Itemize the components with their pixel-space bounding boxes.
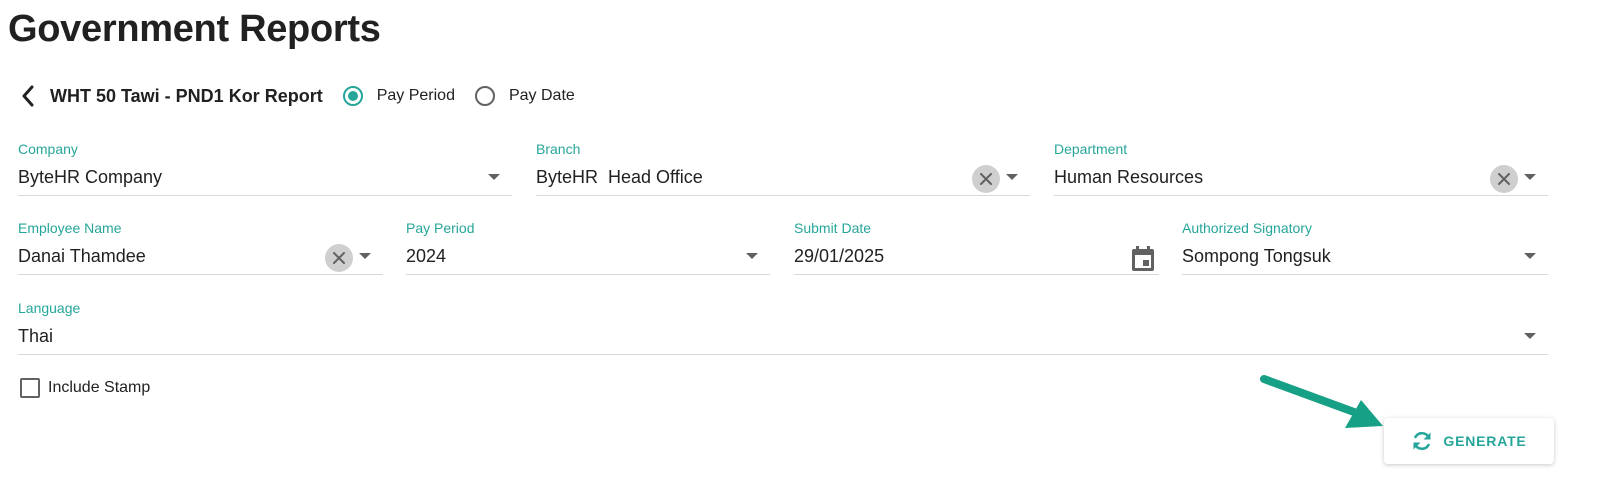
department-label: Department <box>1054 141 1128 157</box>
pay-period-label: Pay Period <box>406 220 475 236</box>
authorized-signatory-value[interactable]: Sompong Tongsuk <box>1182 245 1331 267</box>
dropdown-arrow-icon[interactable] <box>746 253 758 259</box>
company-value[interactable]: ByteHR Company <box>18 166 162 188</box>
pay-period-value[interactable]: 2024 <box>406 245 446 267</box>
clear-icon[interactable] <box>325 244 353 272</box>
dropdown-arrow-icon[interactable] <box>1524 174 1536 180</box>
clear-icon[interactable] <box>1490 165 1518 193</box>
branch-select[interactable]: Branch ByteHR Head Office <box>536 140 1030 196</box>
employee-name-value[interactable]: Danai Thamdee <box>18 245 146 267</box>
page-title: Government Reports <box>8 8 381 50</box>
radio-pay-period[interactable]: Pay Period <box>342 86 455 106</box>
calendar-icon[interactable] <box>1131 246 1155 277</box>
branch-value[interactable]: ByteHR Head Office <box>536 166 703 188</box>
dropdown-arrow-icon[interactable] <box>1524 253 1536 259</box>
radio-pay-date[interactable]: Pay Date <box>474 86 575 106</box>
authorized-signatory-select[interactable]: Authorized Signatory Sompong Tongsuk <box>1182 219 1548 275</box>
generate-label: GENERATE <box>1443 433 1527 449</box>
company-label: Company <box>18 141 78 157</box>
generate-button[interactable]: GENERATE <box>1384 418 1554 464</box>
language-label: Language <box>18 300 81 316</box>
annotation-arrow-icon <box>1250 368 1390 437</box>
report-header: WHT 50 Tawi - PND1 Kor Report Pay Period… <box>16 80 595 112</box>
department-select[interactable]: Department Human Resources <box>1054 140 1548 196</box>
radio-pay-period-label: Pay Period <box>376 87 455 104</box>
authorized-signatory-label: Authorized Signatory <box>1182 220 1312 236</box>
dropdown-arrow-icon[interactable] <box>359 253 371 259</box>
language-value[interactable]: Thai <box>18 325 53 347</box>
submit-date-field[interactable]: Submit Date 29/01/2025 <box>794 219 1159 275</box>
submit-date-value[interactable]: 29/01/2025 <box>794 245 884 267</box>
include-stamp-checkbox[interactable] <box>20 378 40 398</box>
company-select[interactable]: Company ByteHR Company <box>18 140 512 196</box>
include-stamp-option[interactable]: Include Stamp <box>20 378 150 398</box>
pay-period-select[interactable]: Pay Period 2024 <box>406 219 770 275</box>
radio-pay-date-label: Pay Date <box>508 87 575 104</box>
clear-icon[interactable] <box>972 165 1000 193</box>
radio-unchecked-icon[interactable] <box>474 86 495 106</box>
employee-name-label: Employee Name <box>18 220 122 236</box>
employee-name-select[interactable]: Employee Name Danai Thamdee <box>18 219 383 275</box>
dropdown-arrow-icon[interactable] <box>1524 333 1536 339</box>
include-stamp-label: Include Stamp <box>48 379 151 396</box>
branch-label: Branch <box>536 141 581 157</box>
submit-date-label: Submit Date <box>794 220 872 236</box>
radio-checked-icon[interactable] <box>342 86 363 106</box>
back-arrow-icon[interactable] <box>16 80 40 112</box>
language-select[interactable]: Language Thai <box>18 299 1548 355</box>
report-name: WHT 50 Tawi - PND1 Kor Report <box>50 85 323 106</box>
department-value[interactable]: Human Resources <box>1054 166 1203 188</box>
refresh-icon <box>1413 431 1431 451</box>
dropdown-arrow-icon[interactable] <box>1006 174 1018 180</box>
dropdown-arrow-icon[interactable] <box>488 174 500 180</box>
government-reports-page: Government Reports WHT 50 Tawi - PND1 Ko… <box>0 0 1607 486</box>
